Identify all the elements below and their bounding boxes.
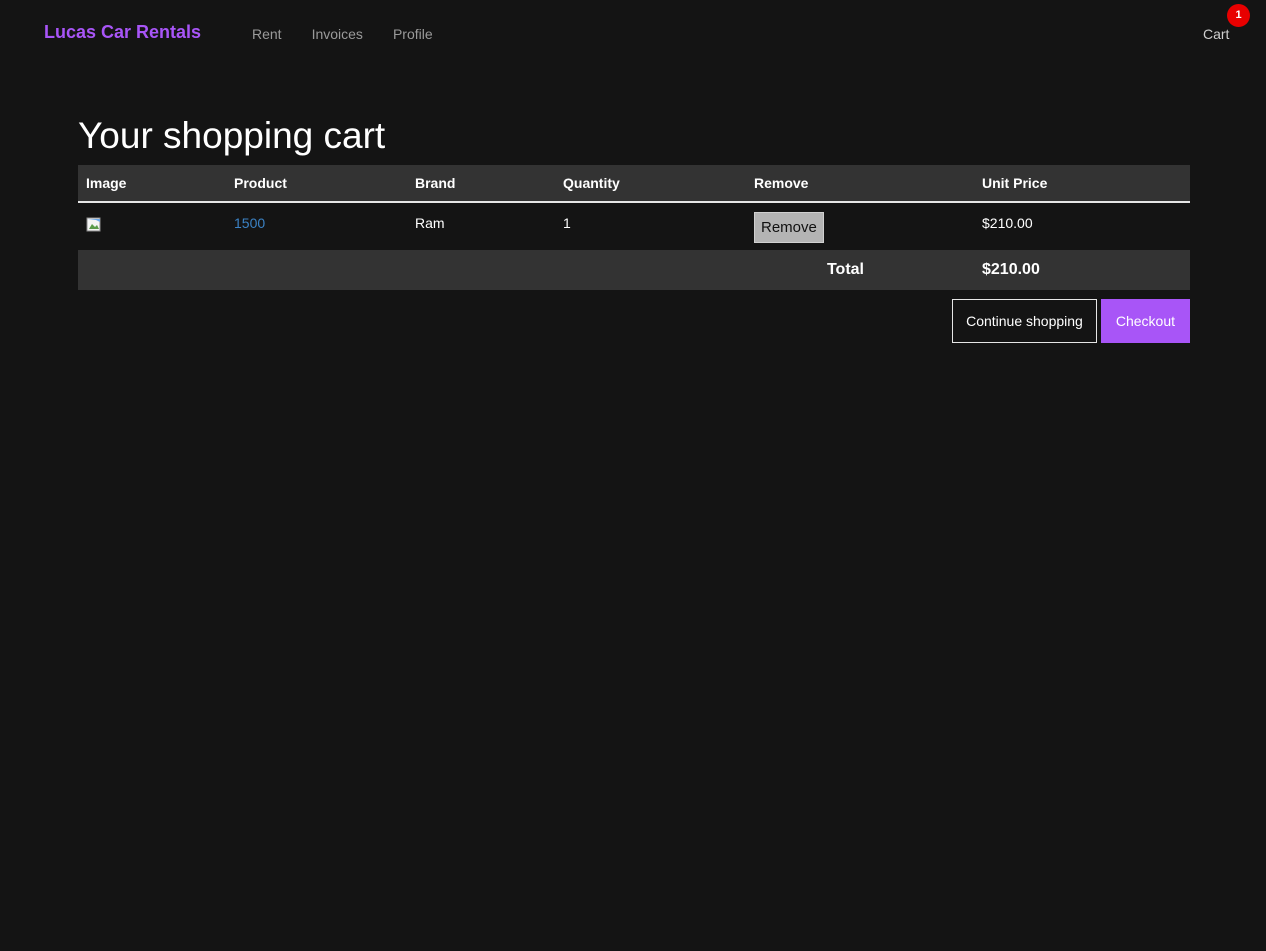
column-header-brand: Brand bbox=[407, 165, 555, 203]
column-header-image: Image bbox=[78, 165, 226, 203]
column-header-product: Product bbox=[226, 165, 407, 203]
nav-links: Rent Invoices Profile bbox=[252, 26, 433, 42]
checkout-button[interactable]: Checkout bbox=[1100, 299, 1190, 343]
nav-link-rent[interactable]: Rent bbox=[252, 26, 282, 42]
remove-item-button[interactable]: Remove bbox=[754, 212, 824, 243]
top-navbar: Lucas Car Rentals Rent Invoices Profile … bbox=[0, 0, 1266, 66]
column-header-remove: Remove bbox=[746, 165, 974, 203]
nav-link-profile[interactable]: Profile bbox=[393, 26, 433, 42]
table-row: 1500 Ram 1 Remove $210.00 bbox=[78, 202, 1190, 250]
cell-image bbox=[78, 202, 226, 250]
table-header-row: Image Product Brand Quantity Remove Unit… bbox=[78, 165, 1190, 203]
column-header-unit-price: Unit Price bbox=[974, 165, 1190, 203]
broken-image-icon bbox=[86, 217, 102, 233]
cell-remove: Remove bbox=[746, 202, 974, 250]
continue-shopping-button[interactable]: Continue shopping bbox=[952, 299, 1097, 343]
cart-table: Image Product Brand Quantity Remove Unit… bbox=[78, 165, 1190, 290]
cell-product: 1500 bbox=[226, 202, 407, 250]
total-row: Total $210.00 bbox=[78, 250, 1190, 290]
column-header-quantity: Quantity bbox=[555, 165, 746, 203]
brand-logo-link[interactable]: Lucas Car Rentals bbox=[44, 22, 201, 43]
cell-brand: Ram bbox=[415, 215, 445, 231]
cell-quantity: 1 bbox=[563, 215, 571, 231]
cart-count-badge: 1 bbox=[1227, 4, 1250, 27]
cart-actions: Continue shopping Checkout bbox=[78, 299, 1190, 343]
total-label: Total bbox=[826, 261, 864, 278]
nav-link-invoices[interactable]: Invoices bbox=[312, 26, 363, 42]
nav-link-cart[interactable]: Cart bbox=[1203, 26, 1229, 42]
total-value: $210.00 bbox=[982, 261, 1040, 278]
cart-container: Your shopping cart Image Product Brand Q… bbox=[78, 114, 1190, 343]
cell-unit-price: $210.00 bbox=[982, 215, 1033, 231]
product-link[interactable]: 1500 bbox=[234, 215, 265, 231]
page-title: Your shopping cart bbox=[78, 115, 386, 156]
